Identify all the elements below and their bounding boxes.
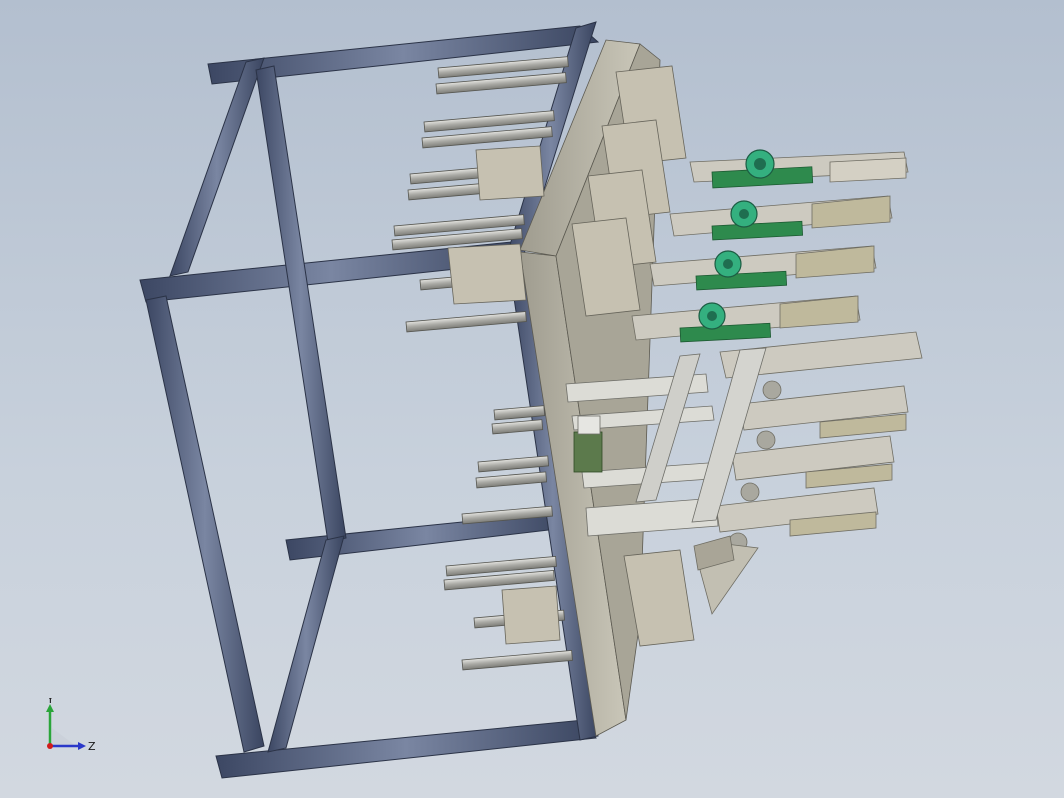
guide-rod [475,471,548,489]
guide-rod [477,455,550,473]
cylinder-block [447,243,527,305]
cylinder-block [475,145,545,201]
cylinder-block [501,585,561,645]
frame-post-lowerdiag [267,535,345,753]
gear-unit [649,245,877,291]
motor-block [577,415,601,435]
gear-unit [631,295,861,343]
triad-plane-icon [52,728,76,746]
model-viewport[interactable] [0,0,1064,798]
axis-triad: Y Z [46,698,96,753]
triad-z-label: Z [88,740,96,753]
gear-unit [689,149,909,189]
gear-units [631,149,909,343]
roller-icon [740,482,760,502]
lower-bracket [693,535,759,615]
frame-post-left [145,295,265,753]
guide-rod [405,311,527,333]
roller-icon [762,380,782,400]
triad-y-label: Y [46,698,54,706]
origin-icon [47,743,53,749]
frame-post-back [255,65,347,543]
gear-unit [669,195,893,241]
motor-block [573,431,603,473]
frame-post-topleft [169,57,265,277]
roller-icon [756,430,776,450]
guide-rod [461,649,573,671]
